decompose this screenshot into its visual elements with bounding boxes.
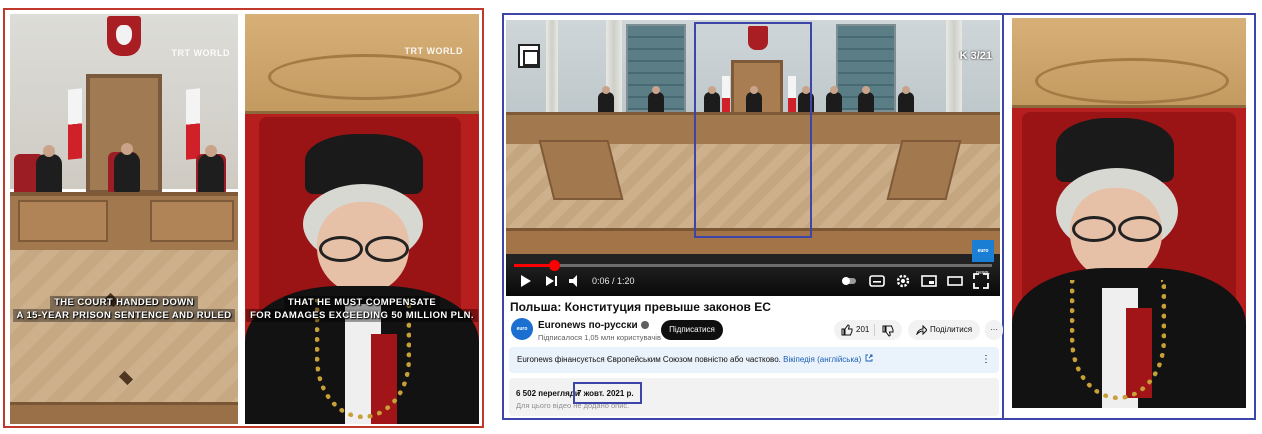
- wikipedia-link[interactable]: Вікіпедія (англійська): [783, 355, 861, 364]
- player-controls: 0:06 / 1:20: [506, 260, 1000, 296]
- subtitles-icon[interactable]: [868, 272, 886, 290]
- matched-region-highlight: [694, 22, 812, 238]
- judge-figure: [114, 143, 140, 192]
- judge-figure: [826, 86, 842, 114]
- polish-flag: [68, 88, 82, 160]
- caption-line: A 15-YEAR PRISON SENTENCE AND RULED: [12, 309, 236, 322]
- funding-text: Euronews фінансується Європейським Союзо…: [517, 355, 781, 364]
- polish-flag: [186, 88, 200, 160]
- video-player[interactable]: K 3/21 euro news. 0:06 / 1:20: [506, 20, 1000, 296]
- judge-figure: [36, 145, 62, 194]
- progress-fill: [514, 264, 554, 267]
- judge-figure: [598, 86, 614, 114]
- zoomed-judge-crop: [1012, 18, 1246, 408]
- subscriber-count: Підписалося 1,05 млн користувачів: [538, 333, 661, 342]
- video-title: Польша: Конституция превыше законов ЕС: [510, 300, 771, 314]
- verified-icon: [640, 321, 649, 330]
- kebab-menu-icon[interactable]: ⋮: [981, 347, 991, 373]
- judge-figure: [898, 86, 914, 114]
- caption-line: THE COURT HANDED DOWN: [50, 296, 198, 309]
- clip-judge-portrait: TRT WORLD THAT HE MUST COMPENSATE FOR DA…: [245, 14, 479, 424]
- tribunal-logo-icon: [518, 44, 540, 68]
- carved-wood-top: [1012, 18, 1246, 108]
- judge-figure: [648, 86, 664, 114]
- settings-gear-icon[interactable]: [894, 272, 912, 290]
- euronews-badge: euro news.: [972, 240, 994, 276]
- channel-name-text[interactable]: Euronews по-русски: [538, 320, 638, 331]
- like-count: 201: [856, 325, 870, 334]
- external-link-icon: [866, 354, 873, 362]
- video-counter: K 3/21: [959, 50, 992, 62]
- time-display: 0:06 / 1:20: [592, 276, 635, 286]
- carved-wood-top: [245, 14, 479, 114]
- play-icon[interactable]: [516, 272, 534, 290]
- thumbs-down-icon[interactable]: [882, 325, 894, 337]
- side-desk: [538, 140, 624, 200]
- polish-eagle-emblem: [107, 16, 141, 56]
- share-arrow-icon: [916, 325, 927, 335]
- trt-world-watermark: TRT WORLD: [171, 48, 230, 58]
- subscribe-button[interactable]: Підписатися: [661, 320, 723, 340]
- gold-chain-of-office: [1070, 280, 1166, 400]
- upload-date: 7 жовт. 2021 р.: [577, 389, 634, 398]
- judge-figure: [858, 86, 874, 114]
- divider: [874, 324, 875, 336]
- progress-bar[interactable]: [514, 260, 992, 271]
- view-count: 6 502 перегляди: [516, 389, 580, 398]
- floor-front-strip: [10, 402, 238, 424]
- channel-name[interactable]: Euronews по-русски: [538, 320, 649, 331]
- funding-info-panel: Euronews фінансується Європейським Союзо…: [509, 347, 999, 373]
- glasses: [315, 236, 413, 262]
- progress-knob[interactable]: [548, 260, 560, 271]
- channel-avatar[interactable]: euro news.: [511, 318, 533, 354]
- trt-world-watermark: TRT WORLD: [404, 46, 463, 56]
- next-icon[interactable]: [542, 272, 560, 290]
- fullscreen-icon[interactable]: [972, 272, 990, 290]
- caption: THE COURT HANDED DOWN A 15-YEAR PRISON S…: [10, 296, 238, 322]
- glasses: [1068, 216, 1166, 242]
- share-label: Поділитися: [930, 325, 973, 334]
- more-actions-button[interactable]: ···: [985, 320, 1003, 340]
- judge-figure: [198, 145, 224, 194]
- caption-line: THAT HE MUST COMPENSATE: [283, 296, 441, 309]
- theater-mode-icon[interactable]: [946, 272, 964, 290]
- thumbs-up-icon[interactable]: [841, 324, 853, 336]
- miniplayer-icon[interactable]: [920, 272, 938, 290]
- description-text: Для цього відео не додано опис.: [516, 401, 630, 410]
- caption: THAT HE MUST COMPENSATE FOR DAMAGES EXCE…: [245, 296, 479, 322]
- clip-courtroom: TRT WORLD THE COURT HANDED DOWN A 15-YEA…: [10, 14, 238, 424]
- volume-icon[interactable]: [566, 272, 584, 290]
- tiktok-clips-frame: TRT WORLD THE COURT HANDED DOWN A 15-YEA…: [3, 8, 484, 428]
- like-dislike-control: 201: [834, 320, 902, 340]
- bench-panel: [18, 200, 108, 242]
- parquet-floor: [10, 250, 238, 424]
- comparison-figure: TRT WORLD THE COURT HANDED DOWN A 15-YEA…: [0, 0, 1262, 434]
- bench-panel: [150, 200, 234, 242]
- caption-line: FOR DAMAGES EXCEEDING 50 MILLION PLN.: [246, 309, 478, 322]
- autoplay-toggle-icon[interactable]: [840, 272, 858, 290]
- share-button[interactable]: Поділитися: [908, 320, 980, 340]
